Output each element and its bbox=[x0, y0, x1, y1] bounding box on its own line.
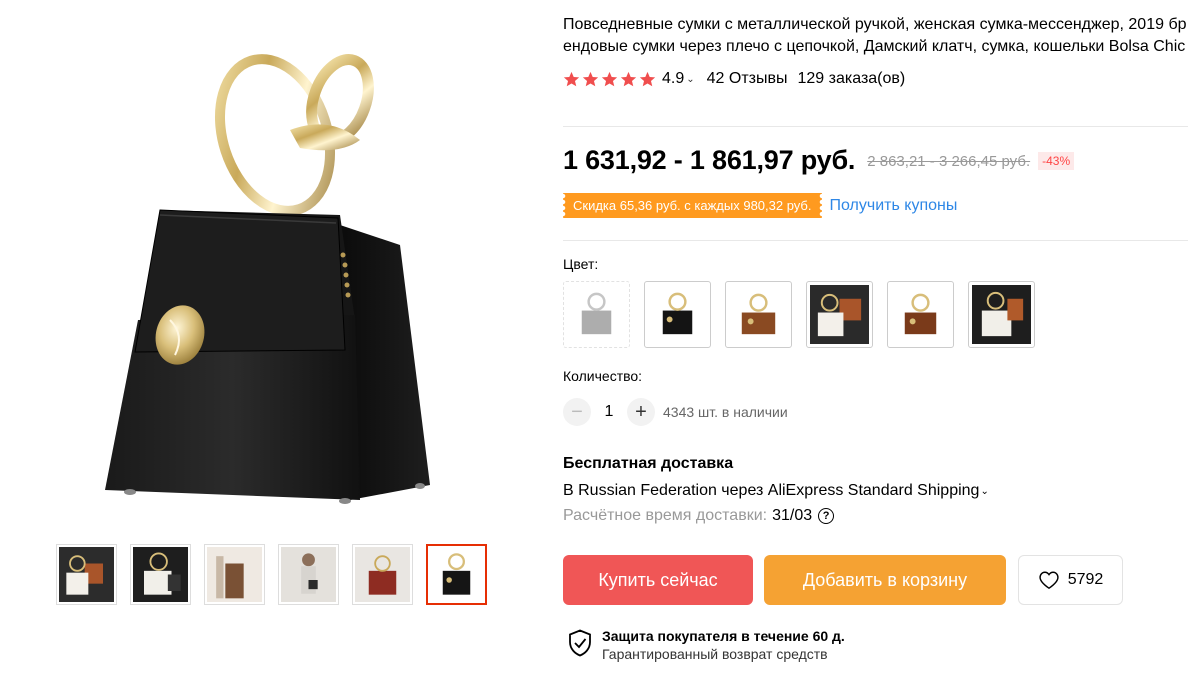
thumbnail-white-black[interactable] bbox=[130, 544, 191, 605]
shipping-title: Бесплатная доставка bbox=[563, 455, 734, 472]
question-mark-icon[interactable]: ? bbox=[818, 508, 835, 524]
swatch-black[interactable] bbox=[644, 281, 711, 348]
shipping-method-text: В Russian Federation через AliExpress St… bbox=[563, 482, 980, 499]
get-coupons-link[interactable]: Получить купоны bbox=[830, 197, 958, 215]
star-icon bbox=[601, 71, 618, 86]
thumbnail-strip bbox=[56, 544, 487, 605]
decrease-quantity-button[interactable]: − bbox=[563, 398, 591, 426]
star-icon bbox=[563, 71, 580, 86]
plus-icon: + bbox=[635, 400, 647, 423]
increase-quantity-button[interactable]: + bbox=[627, 398, 655, 426]
thumbnail-model[interactable] bbox=[278, 544, 339, 605]
thumbnail-red-bag[interactable] bbox=[352, 544, 413, 605]
coupon-tag: Скидка 65,36 руб. с каждых 980,32 руб. bbox=[563, 193, 822, 218]
product-gallery bbox=[0, 0, 540, 673]
divider bbox=[563, 240, 1188, 241]
eta-value: 31/03 bbox=[772, 507, 813, 524]
current-price: 1 631,92 - 1 861,97 руб. bbox=[563, 145, 856, 175]
add-to-cart-button[interactable]: Добавить в корзину bbox=[764, 555, 1006, 605]
quantity-label: Количество: bbox=[563, 368, 643, 384]
star-icon bbox=[620, 71, 637, 86]
wishlist-count: 5792 bbox=[1067, 571, 1104, 588]
quantity-input[interactable]: 1 bbox=[591, 403, 627, 421]
wishlist-button[interactable]: 5792 bbox=[1018, 555, 1123, 605]
thumbnail-black-bag[interactable] bbox=[426, 544, 487, 605]
protection-subtitle: Гарантированный возврат средств bbox=[602, 646, 828, 662]
rating-value[interactable]: 4.9 ⌄ bbox=[662, 70, 695, 88]
divider bbox=[563, 126, 1188, 127]
price-row: 1 631,92 - 1 861,97 руб. 2 863,21 - 3 26… bbox=[563, 145, 1075, 176]
orders-count: 129 заказа(ов) bbox=[797, 70, 906, 87]
shield-check-icon bbox=[569, 629, 591, 657]
swatch-brown-2[interactable] bbox=[887, 281, 954, 348]
buy-now-button[interactable]: Купить сейчас bbox=[563, 555, 753, 605]
black-handbag-image bbox=[105, 54, 430, 504]
product-info: Повседневные сумки с металлической ручко… bbox=[563, 14, 1190, 91]
product-title: Повседневные сумки с металлической ручко… bbox=[563, 16, 1187, 55]
thumbnail-brown-side[interactable] bbox=[204, 544, 265, 605]
discount-badge: -43% bbox=[1038, 152, 1075, 170]
stock-count: 4343 шт. в наличии bbox=[663, 404, 788, 420]
reviews-link[interactable]: 42 Отзывы bbox=[707, 70, 788, 88]
minus-icon: − bbox=[571, 400, 583, 423]
color-label: Цвет: bbox=[563, 256, 599, 272]
rating-stars bbox=[563, 71, 656, 88]
star-icon bbox=[582, 71, 599, 86]
eta-label: Расчётное время доставки: bbox=[563, 507, 768, 524]
shipping-method[interactable]: В Russian Federation через AliExpress St… bbox=[563, 482, 989, 500]
main-product-image[interactable] bbox=[10, 20, 540, 530]
swatch-brown[interactable] bbox=[725, 281, 792, 348]
coupon-row: Скидка 65,36 руб. с каждых 980,32 руб. П… bbox=[563, 193, 957, 218]
thumbnail-white-brown[interactable] bbox=[56, 544, 117, 605]
old-price: 2 863,21 - 3 266,45 руб. bbox=[867, 153, 1031, 170]
chevron-down-icon: ⌄ bbox=[980, 485, 989, 497]
swatch-grey[interactable] bbox=[563, 281, 630, 348]
swatch-white-brown[interactable] bbox=[806, 281, 873, 348]
chevron-down-icon: ⌄ bbox=[686, 73, 695, 85]
rating-number: 4.9 bbox=[662, 70, 685, 87]
heart-icon bbox=[1039, 571, 1059, 590]
protection-title: Защита покупателя в течение 60 д. bbox=[602, 628, 845, 644]
quantity-stepper: − 1 + 4343 шт. в наличии bbox=[563, 398, 788, 426]
rating-row: 4.9 ⌄ 42 Отзывы 129 заказа(ов) bbox=[563, 67, 1190, 91]
star-icon bbox=[639, 71, 656, 86]
buyer-protection: Защита покупателя в течение 60 д. Гарант… bbox=[568, 627, 845, 663]
swatch-white-black[interactable] bbox=[968, 281, 1035, 348]
color-swatches bbox=[563, 281, 1035, 348]
delivery-estimate: Расчётное время доставки: 31/03 ? bbox=[563, 507, 835, 525]
